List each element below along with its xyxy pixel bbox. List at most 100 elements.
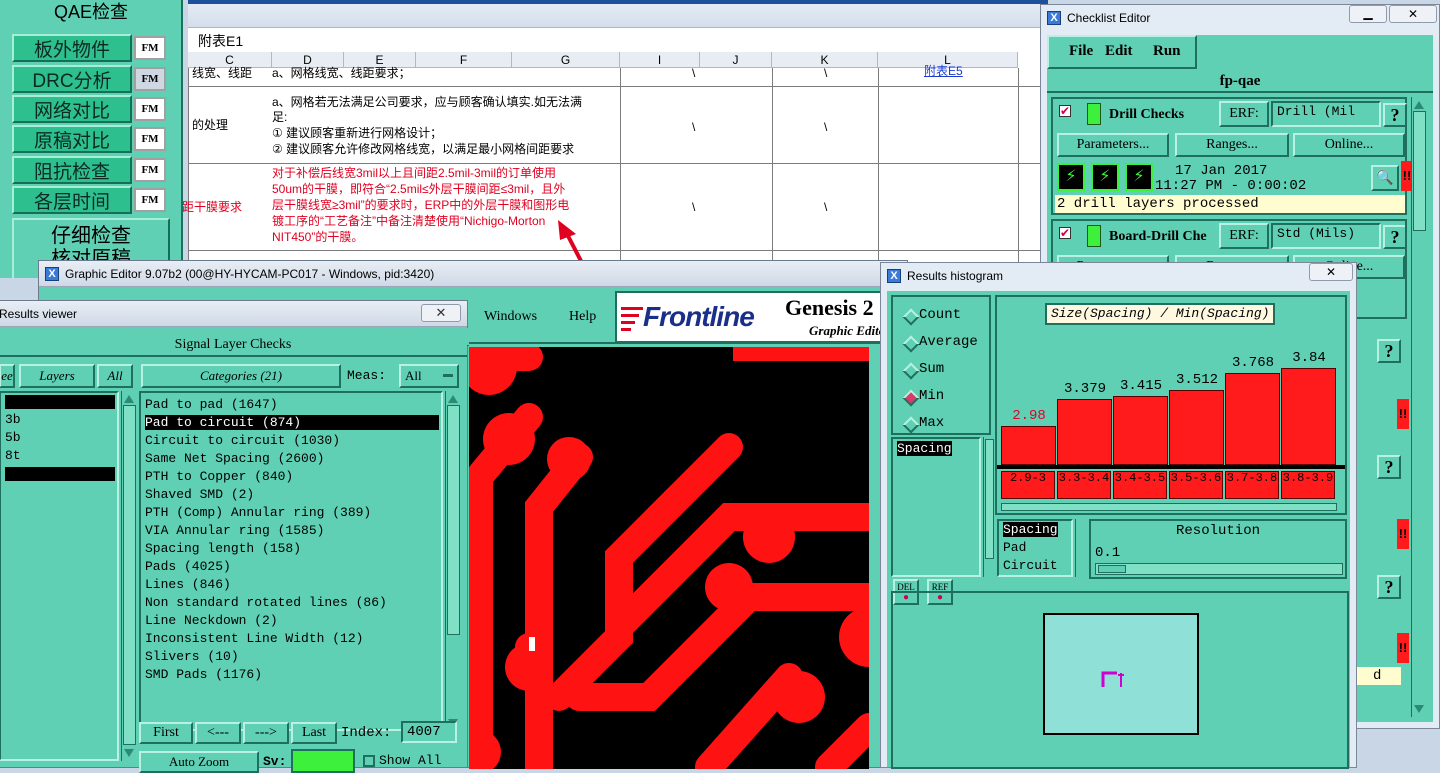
drill-help-button[interactable]: ? bbox=[1383, 103, 1407, 127]
resolution-slider[interactable] bbox=[1095, 563, 1343, 575]
category-row[interactable]: Slivers (10) bbox=[145, 649, 239, 664]
histogram-bar[interactable] bbox=[1225, 372, 1280, 465]
layer-row-8t[interactable]: 8t bbox=[5, 448, 21, 463]
histogram-bar[interactable] bbox=[1057, 398, 1112, 465]
layer-row-selected[interactable] bbox=[5, 395, 115, 409]
prev-button[interactable]: <--- bbox=[195, 722, 241, 744]
help-button[interactable]: ? bbox=[1377, 455, 1401, 479]
category-row[interactable]: Pad to pad (1647) bbox=[145, 397, 278, 412]
last-button[interactable]: Last bbox=[291, 722, 337, 744]
menu-run[interactable]: Run bbox=[1153, 43, 1181, 60]
drill-erf-field[interactable]: Drill (Mil bbox=[1271, 101, 1381, 127]
histogram-range-label[interactable]: 3.4-3.5 bbox=[1113, 471, 1167, 499]
histogram-range-label[interactable]: 3.8-3.9 bbox=[1281, 471, 1335, 499]
col-header-i[interactable]: I bbox=[620, 52, 700, 68]
fm-button-drc[interactable]: FM bbox=[134, 67, 166, 91]
row1-link[interactable]: 附表E5 bbox=[924, 64, 963, 79]
alert-icon[interactable]: !! bbox=[1397, 399, 1409, 429]
menu-file[interactable]: File bbox=[1069, 43, 1093, 60]
board-drill-checkbox[interactable]: ✔ bbox=[1059, 227, 1071, 239]
qae-item-impedance[interactable]: 阻抗检查 bbox=[12, 156, 132, 184]
checklist-scrollbar[interactable] bbox=[1411, 97, 1427, 717]
help-button[interactable]: ? bbox=[1377, 575, 1401, 599]
layer-row-3b[interactable]: 3b bbox=[5, 412, 21, 427]
categories-button[interactable]: Categories (21) bbox=[141, 364, 341, 388]
drill-checks-checkbox[interactable]: ✔ bbox=[1059, 105, 1071, 117]
index-input[interactable]: 4007 bbox=[401, 721, 457, 743]
checklist-editor-minimize-icon[interactable]: ▁ bbox=[1349, 5, 1387, 23]
category-row[interactable]: VIA Annular ring (1585) bbox=[145, 523, 324, 538]
qae-item-board-outside[interactable]: 板外物件 bbox=[12, 34, 132, 62]
zoom-icon[interactable]: 🔍 bbox=[1371, 165, 1399, 191]
category-row[interactable]: Pads (4025) bbox=[145, 559, 231, 574]
drill-run-icon[interactable]: ⚡ bbox=[1091, 163, 1119, 191]
qae-item-netlist[interactable]: 网络对比 bbox=[12, 95, 132, 123]
category-row[interactable]: PTH to Copper (840) bbox=[145, 469, 293, 484]
type-row-spacing[interactable]: Spacing bbox=[1003, 522, 1058, 537]
measure-list[interactable]: Spacing bbox=[891, 437, 981, 577]
category-row[interactable]: Same Net Spacing (2600) bbox=[145, 451, 324, 466]
results-viewer-close-icon[interactable]: ✕ bbox=[421, 304, 461, 322]
drill-online-button[interactable]: Online... bbox=[1293, 133, 1405, 157]
type-row-pad[interactable]: Pad bbox=[1003, 540, 1026, 555]
alert-icon[interactable]: !! bbox=[1397, 519, 1409, 549]
layers-scrollbar[interactable] bbox=[121, 391, 137, 761]
category-row[interactable]: Line Neckdown (2) bbox=[145, 613, 278, 628]
histogram-range-label[interactable]: 2.9-3 bbox=[1001, 471, 1055, 499]
drill-ranges-button[interactable]: Ranges... bbox=[1175, 133, 1289, 157]
qae-item-original-compare[interactable]: 原稿对比 bbox=[12, 125, 132, 153]
menu-help[interactable]: Help bbox=[569, 309, 596, 325]
histogram-range-label[interactable]: 3.3-3.4 bbox=[1057, 471, 1111, 499]
board-drill-help-button[interactable]: ? bbox=[1383, 225, 1405, 249]
meas-dropdown[interactable]: All bbox=[399, 364, 459, 388]
fm-button-impedance[interactable]: FM bbox=[134, 158, 166, 182]
category-row[interactable]: Lines (846) bbox=[145, 577, 231, 592]
next-button[interactable]: ---> bbox=[243, 722, 289, 744]
drill-run-icon[interactable]: ⚡ bbox=[1057, 163, 1085, 191]
histogram-range-label[interactable]: 3.5-3.6 bbox=[1169, 471, 1223, 499]
radio-max[interactable] bbox=[902, 416, 920, 434]
layer-row-5b[interactable]: 5b bbox=[5, 430, 21, 445]
qae-item-layer-time[interactable]: 各层时间 bbox=[12, 186, 132, 214]
radio-average[interactable] bbox=[902, 335, 920, 353]
category-row[interactable]: Non standard rotated lines (86) bbox=[145, 595, 387, 610]
measure-row-spacing[interactable]: Spacing bbox=[897, 441, 952, 456]
col-header-f[interactable]: F bbox=[416, 52, 512, 68]
category-row-selected[interactable]: Pad to circuit (874) bbox=[145, 415, 439, 430]
layers-button[interactable]: Layers bbox=[19, 364, 95, 388]
category-row[interactable]: SMD Pads (1176) bbox=[145, 667, 262, 682]
board-drill-erf-button[interactable]: ERF: bbox=[1219, 223, 1269, 249]
pcb-canvas[interactable] bbox=[469, 347, 869, 769]
fm-button-board-outside[interactable]: FM bbox=[134, 36, 166, 60]
chart-hscroll[interactable] bbox=[1001, 503, 1337, 511]
categories-list[interactable]: Pad to pad (1647) Pad to circuit (874) C… bbox=[139, 391, 443, 731]
sv-color-dropdown[interactable] bbox=[291, 749, 355, 773]
drill-erf-button[interactable]: ERF: bbox=[1219, 101, 1269, 127]
histogram-range-label[interactable]: 3.7-3.8 bbox=[1225, 471, 1279, 499]
board-drill-erf-field[interactable]: Std (Mils) bbox=[1271, 223, 1381, 249]
radio-sum[interactable] bbox=[902, 362, 920, 380]
qae-item-drc[interactable]: DRC分析 bbox=[12, 65, 132, 93]
measure-scrollbar[interactable] bbox=[983, 437, 995, 577]
histogram-bar[interactable] bbox=[1113, 396, 1168, 465]
fm-button-netlist[interactable]: FM bbox=[134, 97, 166, 121]
first-button[interactable]: First bbox=[139, 722, 193, 744]
show-all-checkbox[interactable] bbox=[363, 755, 375, 767]
category-row[interactable]: Spacing length (158) bbox=[145, 541, 301, 556]
preview-frame[interactable] bbox=[1043, 613, 1199, 735]
histogram-bar[interactable] bbox=[1169, 389, 1224, 465]
fm-button-original-compare[interactable]: FM bbox=[134, 127, 166, 151]
category-row[interactable]: Circuit to circuit (1030) bbox=[145, 433, 340, 448]
category-row[interactable]: PTH (Comp) Annular ring (389) bbox=[145, 505, 371, 520]
resolution-slider-thumb[interactable] bbox=[1098, 565, 1126, 573]
category-row[interactable]: Inconsistent Line Width (12) bbox=[145, 631, 363, 646]
histogram-bars[interactable]: 2.98 3.379 3.415 3.512 3.768 3.84 bbox=[1001, 297, 1337, 467]
histogram-bar[interactable] bbox=[1281, 367, 1336, 465]
type-tab-button[interactable]: ee bbox=[0, 364, 15, 388]
radio-min[interactable] bbox=[902, 389, 920, 407]
col-header-g[interactable]: G bbox=[512, 52, 620, 68]
drill-parameters-button[interactable]: Parameters... bbox=[1057, 133, 1169, 157]
fm-button-layer-time[interactable]: FM bbox=[134, 188, 166, 212]
checklist-editor-close-icon[interactable]: ✕ bbox=[1389, 5, 1437, 23]
categories-scrollbar[interactable] bbox=[445, 391, 461, 731]
